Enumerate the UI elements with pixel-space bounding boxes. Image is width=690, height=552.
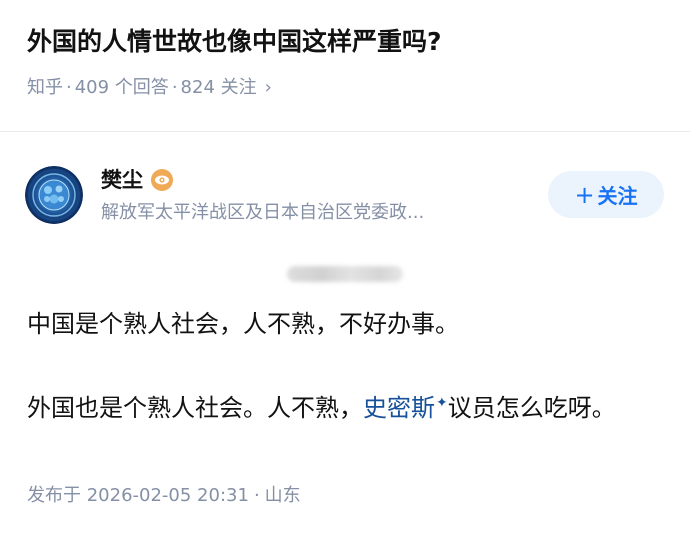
answers-count: 409 个回答 [74,77,169,98]
chevron-right-icon[interactable]: › [265,77,272,98]
plus-icon: + [574,180,595,209]
author-headline: 解放军太平洋战区及日本自治区党委政... [101,202,425,223]
author-name-row: 樊尘 [101,164,173,196]
publish-location: 山东 [264,485,301,506]
eye-badge-icon [151,169,173,191]
meta-separator: · [66,77,72,98]
followers-count: 824 关注 [180,77,257,98]
publish-time: 发布于 2026-02-05 20:31 [27,485,249,506]
publish-meta: 发布于 2026-02-05 20:31 · 山东 [27,482,301,510]
answer-text: 议员怎么吃呀。 [447,394,616,422]
search-link-text: 史密斯 [363,394,435,422]
follow-label: 关注 [597,184,638,208]
blue-globe-avatar-icon [25,166,83,224]
question-meta[interactable]: 知乎 · 409 个回答 · 824 关注 › [27,74,272,102]
avatar[interactable] [25,166,83,224]
blurred-watermark [287,266,403,282]
section-divider [0,131,690,132]
answer-paragraph: 中国是个熟人社会，人不熟，不好办事。 [27,310,459,338]
search-link[interactable]: 史密斯✦ [363,394,448,422]
meta-separator: · [253,485,260,506]
meta-separator: · [171,77,178,98]
question-title[interactable]: 外国的人情世故也像中国这样严重吗? [27,22,442,62]
sparkle-icon: ✦ [436,395,448,411]
source-label: 知乎 [27,77,63,98]
follow-button[interactable]: + 关注 [548,171,664,218]
answer-text: 外国也是个熟人社会。人不熟， [27,394,363,422]
answer-paragraph: 外国也是个熟人社会。人不熟，史密斯✦议员怎么吃呀。 [27,382,662,430]
author-name[interactable]: 樊尘 [101,164,143,196]
